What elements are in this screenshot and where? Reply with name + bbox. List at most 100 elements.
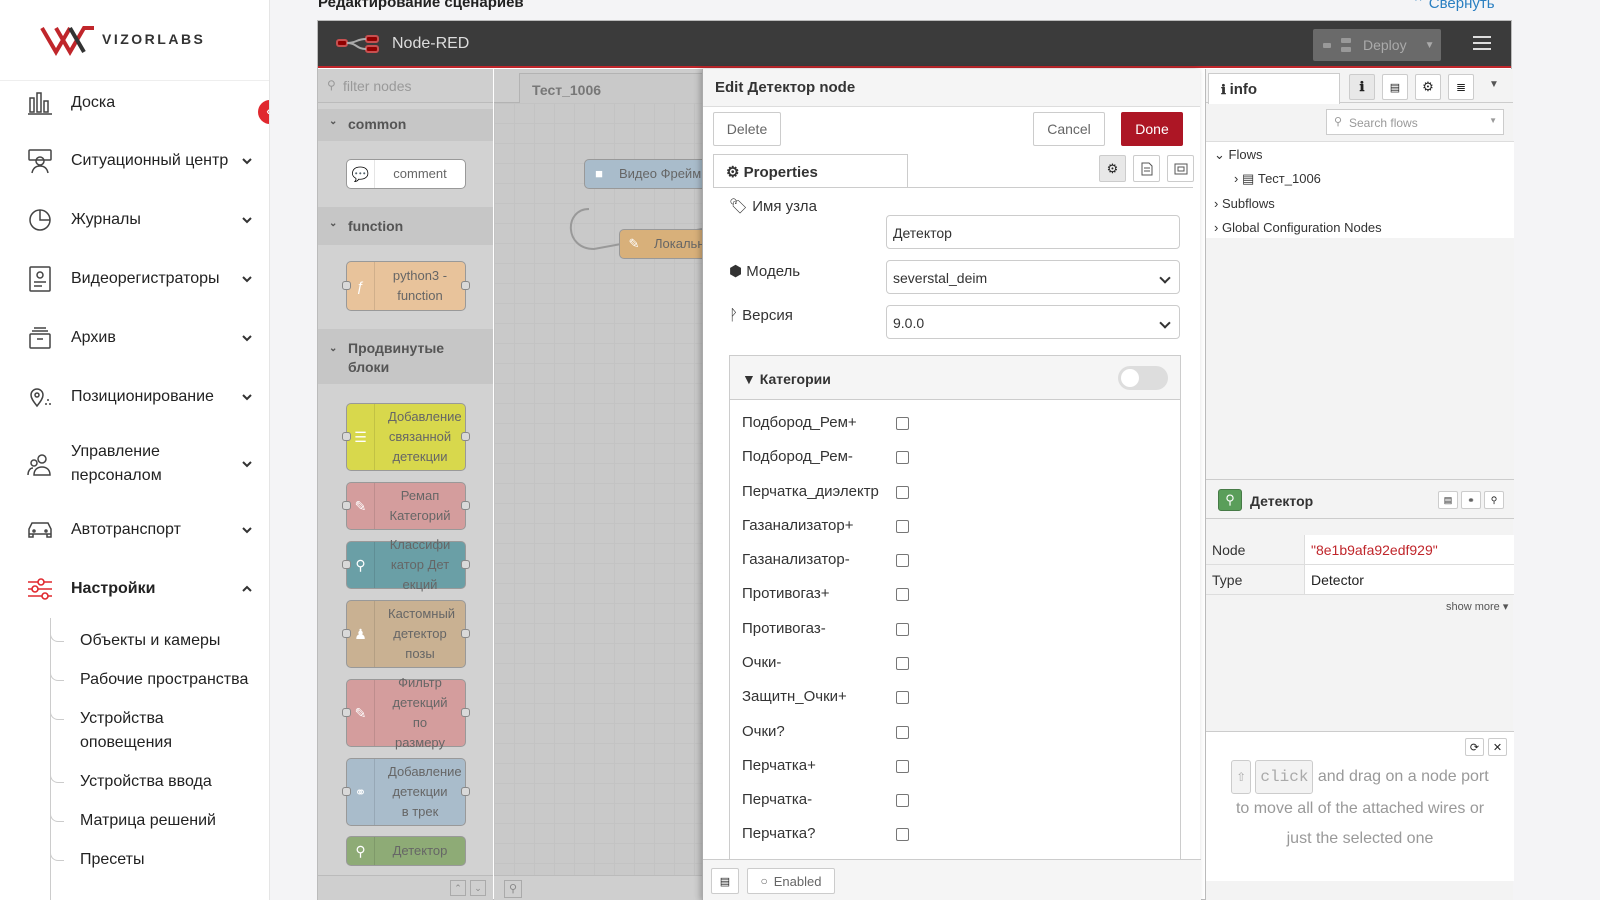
palette-category-common[interactable]: ⌄ common	[318, 109, 493, 141]
input-port[interactable]	[342, 629, 351, 638]
input-port[interactable]	[342, 432, 351, 441]
sidebar-collapse-button[interactable]: ‹›	[258, 100, 269, 124]
expand-all-icon[interactable]: ⌄	[470, 880, 486, 896]
category-checkbox[interactable]	[896, 486, 909, 499]
workspace-node-local[interactable]: ✎ Локальн	[619, 229, 702, 259]
palette-node-remap-categories[interactable]: ✎ Ремап Категорий	[342, 482, 470, 530]
tab-properties[interactable]: ⚙ Properties	[713, 154, 908, 188]
category-checkbox[interactable]	[896, 554, 909, 567]
palette-node-add-detection-to-track[interactable]: ⚭ Добавление детекции в трек	[342, 758, 470, 826]
category-checkbox[interactable]	[896, 520, 909, 533]
subnav-presets[interactable]: Пресеты	[80, 848, 145, 872]
sidebar-item-staff[interactable]: Управление персоналом	[0, 438, 269, 490]
subnav-workspaces[interactable]: Рабочие пространства	[80, 668, 248, 692]
subnav-input-devices[interactable]: Устройства ввода	[80, 770, 212, 794]
link-icon: ⚭	[347, 759, 375, 825]
show-more-link[interactable]: show more ▾	[1446, 600, 1508, 613]
search-icon[interactable]: ⚲	[504, 880, 522, 898]
category-checkbox[interactable]	[896, 623, 909, 636]
output-port[interactable]	[461, 560, 470, 569]
input-port[interactable]	[342, 501, 351, 510]
category-checkbox[interactable]	[896, 451, 909, 464]
node-link-button[interactable]: ⚭	[1461, 491, 1481, 509]
sidebar-item-situation-center[interactable]: Ситуационный центр	[0, 146, 269, 176]
cancel-button[interactable]: Cancel	[1033, 112, 1105, 146]
category-checkbox[interactable]	[896, 794, 909, 807]
node-search-button[interactable]: ⚲	[1484, 491, 1504, 509]
categories-toggle[interactable]	[1118, 366, 1168, 390]
input-port[interactable]	[342, 787, 351, 796]
enabled-toggle[interactable]: ○ Enabled	[747, 868, 835, 894]
info-tab-button[interactable]: ℹ	[1349, 74, 1375, 100]
tree-flow-item[interactable]: › ▤ Тест_1006	[1234, 171, 1321, 187]
categories-header[interactable]: ▼ Категории	[730, 356, 1180, 400]
search-flows-input[interactable]: ⚲ Search flows ▼	[1326, 109, 1504, 135]
tree-subflows[interactable]: › Subflows	[1214, 196, 1275, 211]
tree-flows[interactable]: ⌄ Flows	[1214, 147, 1262, 163]
output-port[interactable]	[461, 501, 470, 510]
deploy-button[interactable]: Deploy ▼	[1313, 29, 1441, 61]
palette-node-detector[interactable]: ⚲ Детектор	[346, 836, 466, 866]
input-port[interactable]	[342, 708, 351, 717]
output-port[interactable]	[461, 708, 470, 717]
category-checkbox[interactable]	[896, 760, 909, 773]
palette-filter-input[interactable]: ⚲ filter nodes	[318, 69, 493, 103]
category-checkbox[interactable]	[896, 726, 909, 739]
sidebar-item-archive[interactable]: Архив	[0, 323, 269, 353]
tree-global-config[interactable]: › Global Configuration Nodes	[1214, 220, 1382, 235]
category-checkbox[interactable]	[896, 417, 909, 430]
subnav-alert-devices[interactable]: Устройства оповещения	[80, 707, 230, 755]
palette-node-custom-pose-detector[interactable]: ♟ Кастомный детектор позы	[342, 600, 470, 668]
subnav-decision-matrix[interactable]: Матрица решений	[80, 809, 216, 833]
output-port[interactable]	[461, 629, 470, 638]
config-tab-button[interactable]: ⚙	[1415, 74, 1441, 100]
flow-workspace[interactable]: Тест_1006 ■ Видео Фрейм ✎ Локальн ⚲	[494, 69, 702, 900]
collapse-all-icon[interactable]: ⌃	[450, 880, 466, 896]
input-port[interactable]	[342, 281, 351, 290]
model-select[interactable]: severstal_deim	[886, 260, 1180, 294]
palette-node-size-filter[interactable]: ✎ Фильтр детекций по размеру	[342, 675, 470, 750]
brand-logo[interactable]: VIZORLABS	[40, 22, 205, 56]
node-name-input[interactable]: Детектор	[886, 215, 1180, 249]
output-port[interactable]	[461, 432, 470, 441]
category-checkbox[interactable]	[896, 691, 909, 704]
collapse-link[interactable]: ⌃ Свернуть	[1412, 0, 1495, 12]
sidebar-item-video-recorders[interactable]: Видеорегистраторы	[0, 264, 269, 294]
node-help-button[interactable]: ▤	[1438, 491, 1458, 509]
sidebar-item-vehicles[interactable]: Автотранспорт	[0, 515, 269, 545]
output-port[interactable]	[461, 787, 470, 796]
close-tip-button[interactable]: ✕	[1488, 738, 1507, 756]
context-tab-button[interactable]: ≣	[1448, 74, 1474, 100]
help-tab-button[interactable]: ▤	[1382, 74, 1408, 100]
input-port[interactable]	[342, 560, 351, 569]
caret-down-icon[interactable]: ▼	[1489, 79, 1499, 90]
category-checkbox[interactable]	[896, 828, 909, 841]
info-icon: ℹ	[1221, 82, 1230, 97]
help-button[interactable]: ▤	[711, 868, 739, 894]
palette-node-comment[interactable]: 💬 comment	[346, 159, 466, 189]
caret-down-icon[interactable]: ▼	[1425, 40, 1435, 51]
workspace-node-video-frame[interactable]: ■ Видео Фрейм	[584, 159, 702, 189]
palette-node-python-function[interactable]: ƒ python3 - function	[342, 261, 470, 311]
hamburger-menu-icon[interactable]	[1473, 36, 1491, 50]
sidebar-item-journals[interactable]: Журналы	[0, 205, 269, 235]
delete-button[interactable]: Delete	[713, 112, 781, 146]
sidebar-item-positioning[interactable]: Позиционирование	[0, 382, 269, 412]
palette-node-add-linked-detection[interactable]: ☰ Добавление связанной детекции	[342, 403, 470, 471]
category-checkbox[interactable]	[896, 657, 909, 670]
done-button[interactable]: Done	[1121, 112, 1183, 146]
sidebar-item-board[interactable]: Доска	[0, 88, 269, 118]
palette-node-detection-classifier[interactable]: ⚲ Классификатор Детекций	[342, 537, 470, 592]
version-select[interactable]: 9.0.0	[886, 305, 1180, 339]
palette-category-function[interactable]: ⌄ function	[318, 207, 493, 245]
category-checkbox[interactable]	[896, 588, 909, 601]
subnav-objects-cameras[interactable]: Объекты и камеры	[80, 629, 220, 653]
appearance-tab-button[interactable]	[1167, 155, 1194, 182]
palette-category-advanced[interactable]: ⌄ Продвинутые блоки	[318, 329, 493, 384]
description-tab-button[interactable]	[1133, 155, 1160, 182]
tab-info[interactable]: ℹ info	[1208, 73, 1340, 104]
output-port[interactable]	[461, 281, 470, 290]
sidebar-item-settings[interactable]: Настройки	[0, 574, 269, 604]
refresh-tip-button[interactable]: ⟳	[1465, 738, 1484, 756]
settings-tab-button[interactable]: ⚙	[1099, 155, 1126, 182]
